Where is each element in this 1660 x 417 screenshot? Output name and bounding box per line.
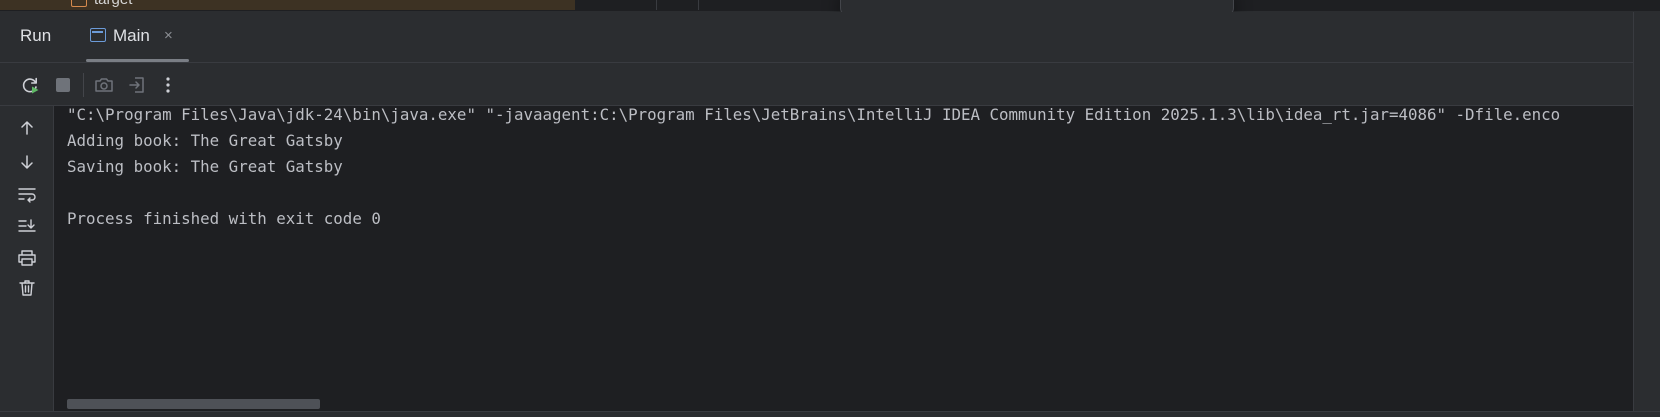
camera-icon bbox=[95, 78, 113, 92]
more-vertical-icon bbox=[166, 77, 170, 93]
run-toolbar bbox=[0, 62, 1633, 106]
up-stack-trace-button[interactable] bbox=[14, 116, 40, 140]
scroll-to-end-icon bbox=[18, 219, 36, 232]
soft-wrap-button[interactable] bbox=[14, 182, 40, 206]
run-config-window-icon bbox=[90, 28, 106, 42]
ide-run-window: target Run Main × bbox=[0, 0, 1660, 417]
rerun-button[interactable] bbox=[17, 72, 43, 98]
arrow-down-icon bbox=[21, 155, 33, 169]
console-line-exit-status: Process finished with exit code 0 bbox=[67, 209, 381, 228]
console-output[interactable]: "C:\Program Files\Java\jdk-24\bin\java.e… bbox=[54, 106, 1633, 411]
run-tool-window-header: Run Main × bbox=[0, 12, 1633, 62]
scroll-to-end-button[interactable] bbox=[14, 214, 40, 238]
print-icon bbox=[18, 250, 36, 266]
divider bbox=[656, 0, 657, 10]
divider bbox=[698, 0, 699, 10]
tool-window-title: Run bbox=[20, 26, 52, 45]
console-side-toolbar bbox=[0, 106, 54, 411]
console-line-command: "C:\Program Files\Java\jdk-24\bin\java.e… bbox=[67, 106, 1561, 124]
console-line: Saving book: The Great Gatsby bbox=[67, 157, 343, 176]
rerun-icon bbox=[22, 77, 39, 94]
folder-label: target bbox=[94, 0, 132, 8]
more-actions-button[interactable] bbox=[155, 72, 181, 98]
exit-icon bbox=[129, 77, 144, 93]
status-bar-edge bbox=[0, 411, 1660, 417]
console-line: Adding book: The Great Gatsby bbox=[67, 131, 343, 150]
horizontal-scrollbar[interactable] bbox=[67, 399, 320, 409]
exit-button[interactable] bbox=[124, 72, 150, 98]
editor-top-strip: target bbox=[0, 0, 1660, 16]
trash-icon bbox=[19, 280, 35, 296]
print-button[interactable] bbox=[14, 246, 40, 270]
folder-icon bbox=[71, 0, 87, 7]
soft-wrap-icon bbox=[18, 188, 36, 203]
toolbar-separator bbox=[83, 73, 84, 97]
dump-threads-button[interactable] bbox=[91, 72, 117, 98]
right-edge-strip bbox=[1633, 12, 1660, 411]
arrow-up-icon bbox=[21, 121, 33, 135]
down-stack-trace-button[interactable] bbox=[14, 150, 40, 174]
stop-icon bbox=[56, 78, 70, 92]
close-icon[interactable]: × bbox=[164, 27, 173, 44]
tab-label: Main bbox=[113, 26, 150, 45]
stop-button[interactable] bbox=[50, 72, 76, 98]
clear-all-button[interactable] bbox=[14, 276, 40, 300]
tab-main[interactable]: Main × bbox=[86, 12, 189, 62]
project-tree-selected-row[interactable]: target bbox=[0, 0, 575, 10]
